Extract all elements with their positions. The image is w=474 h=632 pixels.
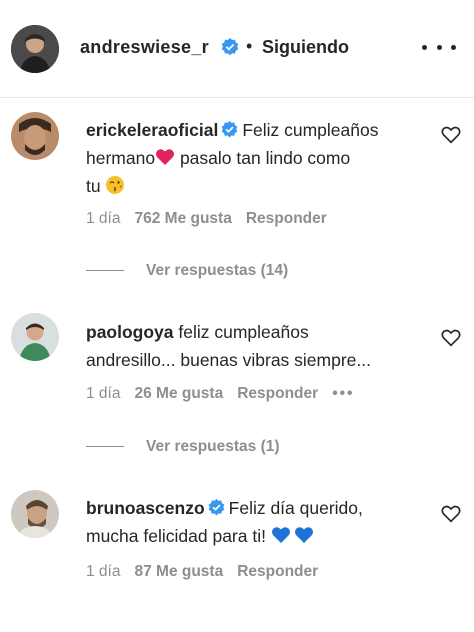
comment-time[interactable]: 1 día	[86, 385, 120, 402]
comment-meta: 1 día 762 Me gusta Responder	[86, 210, 341, 228]
likes-count[interactable]: 762 Me gusta	[134, 210, 231, 227]
reply-button[interactable]: Responder	[246, 210, 327, 227]
view-replies-label: Ver respuestas (1)	[146, 438, 280, 455]
account-username[interactable]: andreswiese_r	[80, 37, 209, 58]
divider-line	[86, 446, 124, 448]
view-replies-label: Ver respuestas (14)	[146, 262, 289, 279]
likes-count[interactable]: 26 Me gusta	[134, 385, 223, 402]
comment-body: pasalo tan lindo como	[179, 148, 351, 168]
comment-text: paologoya feliz cumpleaños andresillo...…	[86, 318, 426, 374]
comment-body: mucha felicidad para ti!	[86, 526, 266, 546]
avatar[interactable]	[11, 112, 59, 160]
verified-badge-icon	[221, 121, 238, 138]
avatar[interactable]	[11, 25, 59, 73]
reply-button[interactable]: Responder	[237, 563, 318, 580]
separator-dot: •	[246, 36, 253, 56]
comment-body: feliz cumpleaños	[178, 322, 309, 342]
comment-body: Feliz cumpleaños	[242, 120, 379, 140]
avatar[interactable]	[11, 313, 59, 361]
dot-icon	[451, 44, 456, 50]
comment-text: erickeleraoficial Feliz cumpleaños herman…	[86, 116, 426, 200]
following-button[interactable]: Siguiendo	[262, 37, 349, 58]
like-heart-icon[interactable]	[440, 327, 462, 349]
verified-badge-icon	[221, 38, 239, 56]
like-heart-icon[interactable]	[440, 124, 462, 146]
comment-time[interactable]: 1 día	[86, 210, 120, 227]
comment-username[interactable]: brunoascenzo	[86, 498, 205, 518]
blue-heart-icon	[294, 527, 313, 543]
dot-icon	[436, 44, 442, 50]
like-heart-icon[interactable]	[440, 503, 462, 525]
likes-count[interactable]: 87 Me gusta	[134, 563, 223, 580]
comment-body: tu	[86, 176, 101, 196]
red-heart-icon	[156, 149, 175, 165]
comment-username[interactable]: erickeleraoficial	[86, 120, 218, 140]
blue-heart-icon	[271, 527, 290, 543]
comment-time[interactable]: 1 día	[86, 563, 120, 580]
comment-meta: 1 día 87 Me gusta Responder	[86, 563, 332, 581]
reply-button[interactable]: Responder	[237, 385, 318, 402]
dot-icon	[422, 44, 427, 50]
divider-line	[86, 270, 124, 272]
post-header: andreswiese_r • Siguiendo	[0, 0, 474, 98]
avatar[interactable]	[11, 490, 59, 538]
view-replies-button[interactable]: Ver respuestas (1)	[86, 438, 280, 456]
comment-username[interactable]: paologoya	[86, 322, 174, 342]
comment-body: Feliz día querido,	[228, 498, 363, 518]
comment-text: brunoascenzo Feliz día querido, mucha fel…	[86, 494, 426, 550]
view-replies-button[interactable]: Ver respuestas (14)	[86, 262, 288, 280]
comment-meta: 1 día 26 Me gusta Responder •••	[86, 385, 368, 403]
verified-badge-icon	[208, 499, 224, 516]
kissing-face-icon	[106, 176, 125, 194]
comment-body: andresillo... buenas vibras siempre...	[86, 350, 371, 370]
more-options-icon[interactable]	[422, 37, 456, 57]
comment-body: hermano	[86, 148, 156, 168]
comment-options-icon[interactable]: •••	[332, 385, 354, 402]
